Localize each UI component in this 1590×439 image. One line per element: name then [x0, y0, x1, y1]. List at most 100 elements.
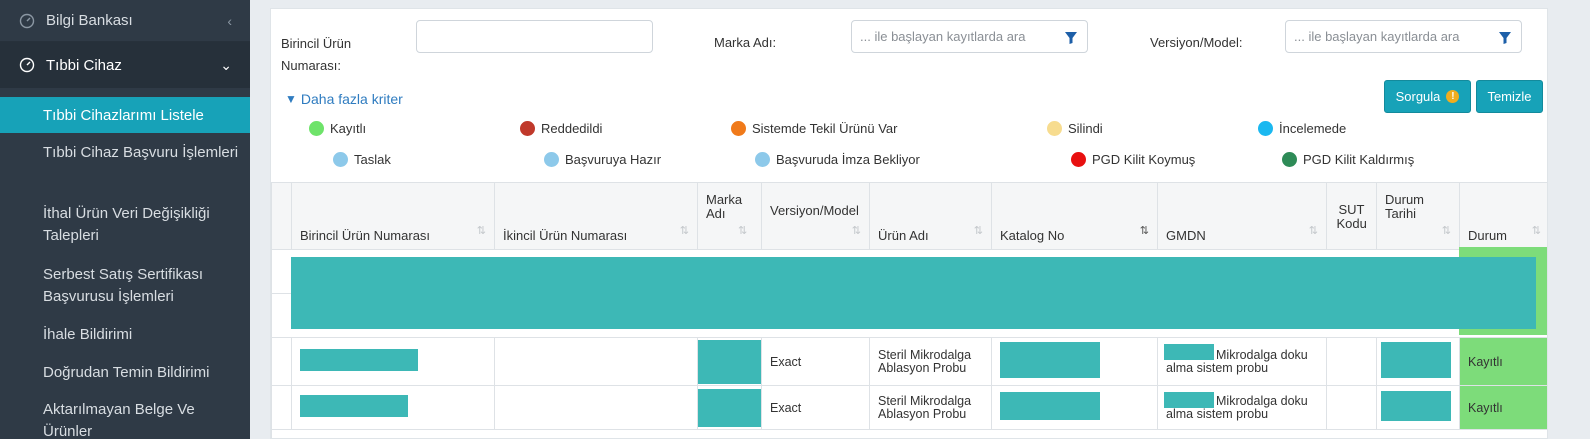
table-row[interactable]: Exact Steril Mikrodalga Ablasyon Probu M… — [271, 337, 1547, 386]
column-header-label: GMDN — [1166, 228, 1206, 243]
sidebar-item-active[interactable]: Tıbbi Cihazlarımı Listele — [0, 97, 250, 133]
table-row[interactable]: Exact Steril Mikrodalga Ablasyon Probu M… — [271, 385, 1547, 430]
legend-label: Silindi — [1068, 121, 1103, 136]
more-criteria-link[interactable]: ▼ Daha fazla kriter — [285, 91, 403, 107]
column-header-label: Katalog No — [1000, 228, 1065, 243]
column-header[interactable]: Durum Tarihi ⇅ — [1376, 182, 1460, 250]
column-header-label: Durum — [1468, 228, 1508, 243]
sort-icon[interactable]: ⇅ — [477, 224, 486, 237]
chevron-left-icon: ‹ — [227, 12, 232, 29]
sidebar-item-ihale[interactable]: İhale Bildirimi — [43, 324, 243, 346]
column-header[interactable]: Birincil Ürün Numarası ⇅ — [291, 182, 495, 250]
more-criteria-label: Daha fazla kriter — [300, 91, 403, 107]
column-header[interactable]: Versiyon/Model ⇅ — [761, 182, 870, 250]
sidebar-item-aktarilmayan[interactable]: Aktarılmayan Belge Ve Ürünler — [43, 399, 243, 439]
legend-item: İncelemede — [1258, 121, 1346, 136]
sidebar-group-tibbi-cihaz[interactable]: Tıbbi Cihaz ⌄ — [0, 42, 250, 88]
legend-item: PGD Kilit Koymuş — [1071, 152, 1195, 167]
column-header[interactable]: Ürün Adı ⇅ — [869, 182, 992, 250]
sort-icon[interactable]: ⇅ — [1442, 224, 1451, 237]
redacted-block — [1381, 391, 1451, 421]
table-cell — [271, 429, 1547, 438]
table-cell: Exact — [761, 337, 870, 386]
table-cell — [291, 385, 495, 430]
status-dot — [1258, 121, 1273, 136]
sidebar-item-ithal[interactable]: İthal Ürün Veri Değişikliği Talepleri — [43, 203, 243, 247]
legend-label: Başvuruya Hazır — [565, 152, 662, 167]
legend-label: Sistemde Tekil Ürünü Var — [752, 121, 898, 136]
column-header[interactable]: SUT Kodu — [1326, 182, 1377, 250]
sidebar-item-bilgi-bankasi[interactable]: Bilgi Bankası ‹ — [0, 0, 250, 42]
redacted-block — [300, 349, 418, 371]
column-header[interactable]: İkincil Ürün Numarası ⇅ — [494, 182, 698, 250]
sidebar-item-serbest-satis[interactable]: Serbest Satış Sertifikası Başvurusu İşle… — [43, 264, 243, 308]
legend-label: İncelemede — [1279, 121, 1347, 136]
column-header[interactable]: GMDN ⇅ — [1157, 182, 1327, 250]
sort-icon[interactable]: ⇅ — [1140, 224, 1149, 237]
legend-item: PGD Kilit Kaldırmış — [1282, 152, 1414, 167]
sort-icon[interactable]: ⇅ — [974, 224, 983, 237]
column-header[interactable]: Katalog No ⇅ — [991, 182, 1158, 250]
table-cell — [494, 385, 698, 430]
table-cell — [494, 337, 698, 386]
status-dot — [731, 121, 746, 136]
birincil-label: Birincil Ürün Numarası: — [281, 36, 352, 73]
table-cell — [1376, 385, 1460, 430]
table-cell — [291, 337, 495, 386]
status-dot — [1071, 152, 1086, 167]
status-dot — [520, 121, 535, 136]
status-dot — [333, 152, 348, 167]
column-header-label: SUT Kodu — [1336, 202, 1367, 231]
legend-label: Kayıtlı — [330, 121, 367, 136]
table-cell — [697, 337, 762, 386]
legend-item: Başvuruya Hazır — [544, 152, 661, 167]
sort-icon[interactable]: ⇅ — [680, 224, 689, 237]
sort-icon[interactable]: ⇅ — [1532, 224, 1541, 237]
table-cell — [271, 385, 292, 430]
versiyon-label: Versiyon/Model: — [1150, 35, 1243, 50]
column-header[interactable]: Durum ⇅ — [1459, 182, 1547, 250]
column-header-label: Versiyon/Model — [770, 203, 859, 218]
sidebar-group-label: Tıbbi Cihaz — [46, 56, 122, 74]
marka-input[interactable] — [851, 20, 1088, 53]
legend-item: Silindi — [1047, 121, 1103, 136]
sidebar-item-basvuru[interactable]: Tıbbi Cihaz Başvuru İşlemleri — [43, 142, 243, 164]
status-dot — [755, 152, 770, 167]
gauge-icon — [18, 56, 36, 74]
table-cell: Mikrodalga doku alma sistem probu — [1157, 337, 1327, 386]
table-cell — [1376, 337, 1460, 386]
redacted-block — [300, 395, 408, 417]
legend-label: PGD Kilit Koymuş — [1092, 152, 1196, 167]
marka-label: Marka Adı: — [714, 35, 777, 50]
sort-icon[interactable]: ⇅ — [852, 224, 861, 237]
main-panel: Birincil Ürün Numarası: Marka Adı: Versi… — [270, 8, 1548, 439]
filter-icon[interactable] — [1064, 31, 1078, 45]
filter-icon[interactable] — [1498, 31, 1512, 45]
clear-button[interactable]: Temizle — [1476, 80, 1543, 113]
legend-label: Reddedildi — [541, 121, 603, 136]
table-row[interactable] — [271, 429, 1547, 438]
legend-item: Reddedildi — [520, 121, 602, 136]
column-header-label: Marka Adı — [706, 192, 743, 221]
chevron-down-icon: ▼ — [285, 92, 297, 106]
sidebar-item-dogrudan-temin[interactable]: Doğrudan Temin Bildirimi — [43, 362, 243, 384]
redacted-block — [1381, 342, 1451, 378]
search-button[interactable]: Sorgula ! — [1384, 80, 1471, 113]
redacted-block — [1000, 342, 1100, 378]
redacted-block — [698, 388, 762, 427]
versiyon-input[interactable] — [1285, 20, 1522, 53]
status-dot — [1282, 152, 1297, 167]
status-dot — [1047, 121, 1062, 136]
redacted-block — [291, 257, 1536, 329]
column-header[interactable]: Marka Adı ⇅ — [697, 182, 762, 250]
table-cell: Exact — [761, 385, 870, 430]
status-cell: Kayıtlı — [1459, 337, 1547, 386]
birincil-input[interactable] — [416, 20, 653, 53]
redacted-block — [1164, 344, 1214, 360]
redacted-block — [698, 339, 762, 384]
column-header-label: İkincil Ürün Numarası — [503, 228, 628, 243]
sidebar: Bilgi Bankası ‹ Tıbbi Cihaz ⌄ Tıbbi Ciha… — [0, 0, 250, 439]
sort-icon[interactable]: ⇅ — [1309, 224, 1318, 237]
sort-icon[interactable]: ⇅ — [738, 224, 747, 237]
status-dot — [309, 121, 324, 136]
